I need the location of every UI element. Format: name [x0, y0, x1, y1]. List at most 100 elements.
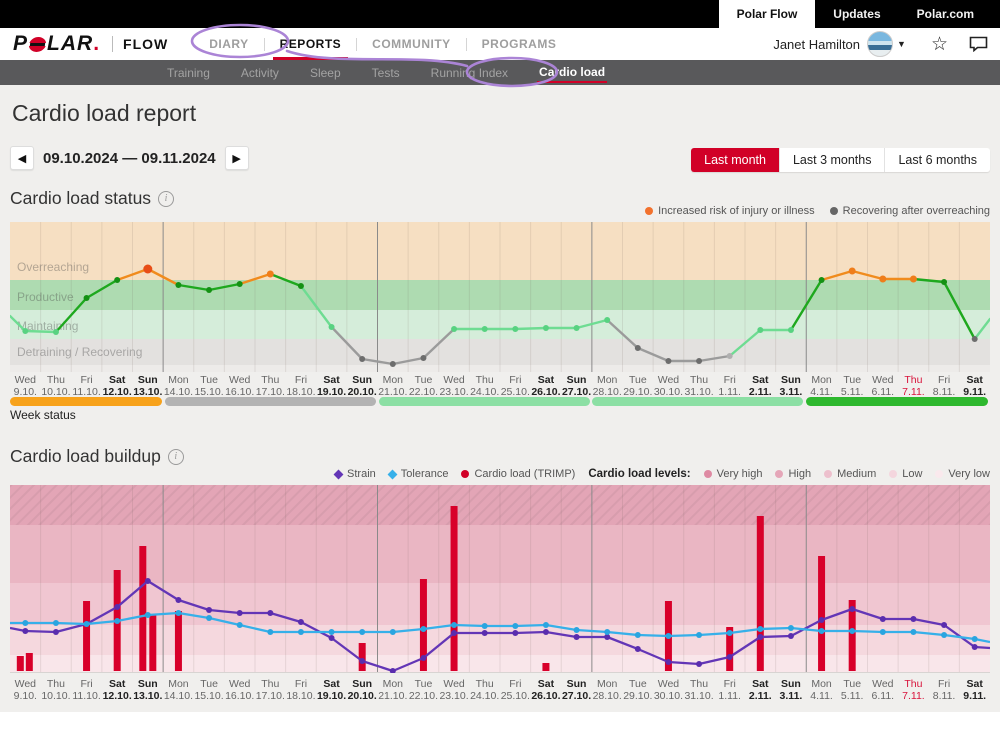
range-button-last-3-months[interactable]: Last 3 months	[779, 148, 885, 172]
legend-level-very-low: Very low	[935, 468, 990, 480]
axis-label-tue-15-10: Tue15.10.	[194, 678, 225, 702]
legend-item-strain: Strain	[335, 468, 376, 480]
axis-label-thu-10-10: Thu10.10.	[41, 374, 72, 398]
axis-label-sun-13-10: Sun13.10.	[133, 374, 164, 398]
nav-item-diary[interactable]: DIARY	[194, 28, 263, 60]
buildup-section-header: Cardio load buildup i	[10, 446, 184, 467]
nav-item-community[interactable]: COMMUNITY	[357, 28, 466, 60]
next-period-button[interactable]: ▶	[225, 146, 249, 170]
user-menu-caret-icon[interactable]: ▼	[897, 39, 906, 49]
axis-date: 4.11.	[806, 690, 837, 702]
status-info-icon[interactable]: i	[158, 191, 174, 207]
polar-logo[interactable]: PLAR.	[13, 32, 100, 56]
axis-day: Wed	[10, 374, 41, 386]
axis-label-fri-18-10: Fri18.10.	[286, 374, 317, 398]
axis-day: Thu	[898, 678, 929, 690]
axis-date: 19.10.	[316, 690, 347, 702]
legend-label: Tolerance	[401, 468, 449, 480]
legend-label: Medium	[837, 468, 876, 480]
subnav-item-training[interactable]: Training	[165, 63, 212, 82]
legend-dot-icon	[824, 470, 832, 478]
axis-label-sat-2-11: Sat2.11.	[745, 678, 776, 702]
status-legend: Increased risk of injury or illnessRecov…	[645, 205, 990, 217]
axis-label-mon-21-10: Mon21.10.	[378, 374, 409, 398]
axis-label-sat-12-10: Sat12.10.	[102, 678, 133, 702]
date-range-value[interactable]: 09.10.2024 — 09.11.2024	[43, 150, 216, 167]
axis-date: 21.10.	[378, 690, 409, 702]
axis-label-sat-26-10: Sat26.10.	[531, 678, 562, 702]
cardio-load-buildup-chart	[10, 485, 990, 678]
user-area: Janet Hamilton ▼ ☆	[773, 28, 988, 60]
axis-day: Sun	[347, 678, 378, 690]
axis-day: Sat	[745, 678, 776, 690]
axis-day: Wed	[653, 678, 684, 690]
legend-label: Increased risk of injury or illness	[658, 205, 815, 217]
axis-label-tue-29-10: Tue29.10.	[623, 678, 654, 702]
range-button-last-6-months[interactable]: Last 6 months	[884, 148, 990, 172]
buildup-info-icon[interactable]: i	[168, 449, 184, 465]
subnav-item-activity[interactable]: Activity	[239, 63, 281, 82]
user-name[interactable]: Janet Hamilton	[773, 37, 860, 52]
axis-day: Wed	[439, 678, 470, 690]
axis-date: 9.11.	[959, 690, 990, 702]
axis-date: 18.10.	[286, 690, 317, 702]
axis-label-sun-20-10: Sun20.10.	[347, 678, 378, 702]
axis-label-thu-17-10: Thu17.10.	[255, 678, 286, 702]
axis-date: 25.10.	[500, 690, 531, 702]
topbar-tab-updates[interactable]: Updates	[815, 0, 898, 28]
axis-date: 17.10.	[255, 690, 286, 702]
polar-logo-dot: .	[93, 32, 100, 56]
axis-day: Mon	[163, 678, 194, 690]
feedback-bubble-icon[interactable]	[969, 36, 988, 52]
axis-day: Fri	[714, 374, 745, 386]
topbar-tab-polar-flow[interactable]: Polar Flow	[719, 0, 816, 28]
axis-day: Sun	[776, 678, 807, 690]
axis-date: 10.10.	[41, 690, 72, 702]
buildup-heading: Cardio load buildup	[10, 446, 161, 467]
topbar-tab-polar-com[interactable]: Polar.com	[899, 0, 992, 28]
nav-item-programs[interactable]: PROGRAMS	[467, 28, 572, 60]
axis-day: Wed	[10, 678, 41, 690]
axis-label-mon-4-11: Mon4.11.	[806, 678, 837, 702]
axis-date: 9.10.	[10, 690, 41, 702]
week-status-segment	[379, 397, 590, 406]
legend-level-low: Low	[889, 468, 922, 480]
axis-day: Fri	[714, 678, 745, 690]
axis-label-sat-9-11: Sat9.11.	[959, 678, 990, 702]
axis-day: Thu	[469, 374, 500, 386]
subnav-item-tests[interactable]: Tests	[370, 63, 402, 82]
axis-day: Wed	[868, 374, 899, 386]
subnav-item-sleep[interactable]: Sleep	[308, 63, 343, 82]
legend-label: Very high	[717, 468, 763, 480]
axis-label-wed-30-10: Wed30.10.	[653, 678, 684, 702]
reports-subnav: Training Activity Sleep Tests Running Index C…	[0, 60, 1000, 85]
subnav-item-running-index[interactable]: Running Index	[429, 63, 510, 82]
axis-day: Tue	[623, 678, 654, 690]
flow-wordmark[interactable]: FLOW	[123, 36, 168, 52]
axis-label-wed-9-10: Wed9.10.	[10, 374, 41, 398]
axis-day: Sun	[561, 678, 592, 690]
axis-day: Wed	[224, 678, 255, 690]
legend-dot-icon	[830, 207, 838, 215]
axis-day: Wed	[653, 374, 684, 386]
axis-label-sun-3-11: Sun3.11.	[776, 374, 807, 398]
previous-period-button[interactable]: ◀	[10, 146, 34, 170]
range-button-last-month[interactable]: Last month	[691, 148, 779, 172]
axis-date: 27.10.	[561, 690, 592, 702]
axis-label-wed-9-10: Wed9.10.	[10, 678, 41, 702]
brand-divider	[112, 36, 113, 52]
nav-item-reports[interactable]: REPORTS	[265, 28, 357, 60]
favorites-star-icon[interactable]: ☆	[931, 33, 948, 56]
axis-label-mon-14-10: Mon14.10.	[163, 678, 194, 702]
axis-label-sun-13-10: Sun13.10.	[133, 678, 164, 702]
axis-date: 12.10.	[102, 690, 133, 702]
axis-day: Thu	[255, 678, 286, 690]
axis-day: Sat	[102, 678, 133, 690]
axis-day: Tue	[623, 374, 654, 386]
axis-day: Fri	[71, 374, 102, 386]
polar-logo-o-icon	[28, 37, 47, 52]
user-avatar[interactable]	[867, 31, 893, 57]
axis-label-tue-22-10: Tue22.10.	[408, 374, 439, 398]
subnav-item-cardio-load[interactable]: Cardio load	[537, 62, 607, 83]
axis-date: 20.10.	[347, 690, 378, 702]
